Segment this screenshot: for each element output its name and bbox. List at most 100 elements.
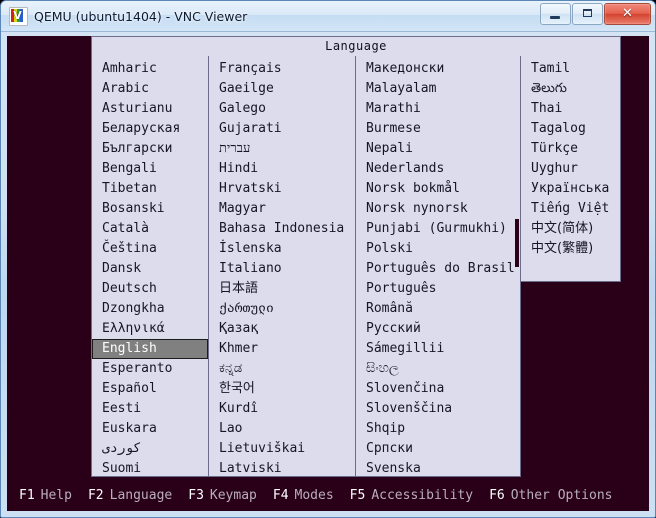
- language-item[interactable]: Čeština: [92, 239, 208, 259]
- language-item[interactable]: Български: [92, 139, 208, 159]
- function-key-f6[interactable]: F6 Other Options: [489, 488, 612, 503]
- language-item[interactable]: Punjabi (Gurmukhi): [356, 219, 520, 239]
- vnc-canvas-container: Language Amharic Arabic Asturianu Беларуска…: [1, 32, 655, 517]
- vertical-scrollbar-thumb[interactable]: [515, 219, 519, 267]
- language-item[interactable]: کوردی: [92, 439, 208, 459]
- language-item[interactable]: Nederlands: [356, 159, 520, 179]
- language-column-3[interactable]: Македонски Malayalam Marathi Burmese Nepali N…: [355, 56, 521, 477]
- function-key-name: F6: [489, 487, 505, 503]
- language-item[interactable]: Русский: [356, 319, 520, 339]
- language-item[interactable]: Lao: [209, 419, 355, 439]
- language-item[interactable]: Tamil: [521, 59, 620, 79]
- language-item[interactable]: Suomi: [92, 459, 208, 476]
- language-item[interactable]: 中文(繁體): [521, 239, 620, 259]
- language-item[interactable]: Euskara: [92, 419, 208, 439]
- language-item[interactable]: Sámegillii: [356, 339, 520, 359]
- function-key-name: F3: [188, 487, 204, 503]
- language-item[interactable]: Eesti: [92, 399, 208, 419]
- language-item[interactable]: Slovenščina: [356, 399, 520, 419]
- function-key-f3[interactable]: F3 Keymap: [188, 488, 257, 503]
- language-item[interactable]: Беларуская: [92, 119, 208, 139]
- language-item[interactable]: Galego: [209, 99, 355, 119]
- language-item[interactable]: ಕನ್ನಡ: [209, 359, 355, 379]
- language-item[interactable]: 日本語: [209, 279, 355, 299]
- language-item[interactable]: Српски: [356, 439, 520, 459]
- function-key-f1[interactable]: F1 Help: [19, 488, 72, 503]
- language-column-2[interactable]: Français Gaeilge Galego Gujarati עברית Hindi H…: [208, 56, 356, 477]
- language-item[interactable]: Hrvatski: [209, 179, 355, 199]
- language-item[interactable]: Bengali: [92, 159, 208, 179]
- language-item[interactable]: Arabic: [92, 79, 208, 99]
- language-item[interactable]: Thai: [521, 99, 620, 119]
- language-item[interactable]: Deutsch: [92, 279, 208, 299]
- language-item[interactable]: Bosanski: [92, 199, 208, 219]
- language-item[interactable]: Română: [356, 299, 520, 319]
- language-item[interactable]: Magyar: [209, 199, 355, 219]
- restore-icon: [583, 9, 592, 17]
- language-item[interactable]: Tagalog: [521, 119, 620, 139]
- language-item[interactable]: 한국어: [209, 379, 355, 399]
- language-item[interactable]: Nepali: [356, 139, 520, 159]
- language-column-1[interactable]: Amharic Arabic Asturianu Беларуская Българск…: [91, 56, 209, 477]
- language-dialog-title: Language: [91, 36, 621, 56]
- language-column-4[interactable]: Tamil తెలుగు Thai Tagalog Türkçe Uyghur Україн…: [520, 56, 621, 282]
- restore-button[interactable]: [572, 3, 603, 25]
- language-item[interactable]: Asturianu: [92, 99, 208, 119]
- language-item[interactable]: Slovenčina: [356, 379, 520, 399]
- language-item[interactable]: Norsk nynorsk: [356, 199, 520, 219]
- language-item[interactable]: Khmer: [209, 339, 355, 359]
- language-item[interactable]: Malayalam: [356, 79, 520, 99]
- language-item[interactable]: Español: [92, 379, 208, 399]
- language-item[interactable]: Dansk: [92, 259, 208, 279]
- language-item[interactable]: Tiếng Việt: [521, 199, 620, 219]
- language-item[interactable]: Svenska: [356, 459, 520, 476]
- language-item[interactable]: ქართული: [209, 299, 355, 319]
- minimize-button[interactable]: [540, 3, 571, 25]
- close-button[interactable]: ✕: [604, 3, 651, 25]
- function-key-f5[interactable]: F5 Accessibility: [350, 488, 473, 503]
- function-key-label: Modes: [294, 487, 334, 503]
- language-item[interactable]: Français: [209, 59, 355, 79]
- language-item[interactable]: Burmese: [356, 119, 520, 139]
- language-item[interactable]: Қазақ: [209, 319, 355, 339]
- minimize-icon: [550, 16, 560, 19]
- language-item[interactable]: Lietuviškai: [209, 439, 355, 459]
- language-item[interactable]: Português do Brasil: [356, 259, 520, 279]
- language-item[interactable]: Português: [356, 279, 520, 299]
- vnc-remote-screen[interactable]: Language Amharic Arabic Asturianu Беларуска…: [7, 36, 649, 511]
- language-item[interactable]: Latviski: [209, 459, 355, 476]
- language-item-selected[interactable]: English: [92, 339, 208, 359]
- language-item[interactable]: සිංහල: [356, 359, 520, 379]
- language-item[interactable]: తెలుగు: [521, 79, 620, 99]
- language-item[interactable]: Українська: [521, 179, 620, 199]
- language-item[interactable]: Català: [92, 219, 208, 239]
- window-titlebar[interactable]: V QEMU (ubuntu1404) - VNC Viewer ✕: [1, 1, 655, 32]
- function-key-name: F1: [19, 487, 35, 503]
- window-title: QEMU (ubuntu1404) - VNC Viewer: [34, 8, 248, 24]
- language-item[interactable]: Ελληνικά: [92, 319, 208, 339]
- language-item[interactable]: Norsk bokmål: [356, 179, 520, 199]
- language-item[interactable]: Polski: [356, 239, 520, 259]
- language-item[interactable]: İslenska: [209, 239, 355, 259]
- language-item[interactable]: עברית: [209, 139, 355, 159]
- language-item[interactable]: Marathi: [356, 99, 520, 119]
- language-item[interactable]: Dzongkha: [92, 299, 208, 319]
- window-controls: ✕: [540, 3, 651, 25]
- language-item[interactable]: Italiano: [209, 259, 355, 279]
- language-item[interactable]: Tibetan: [92, 179, 208, 199]
- language-item[interactable]: Hindi: [209, 159, 355, 179]
- language-item[interactable]: Shqip: [356, 419, 520, 439]
- language-item[interactable]: Македонски: [356, 59, 520, 79]
- language-item[interactable]: Bahasa Indonesia: [209, 219, 355, 239]
- language-item[interactable]: 中文(简体): [521, 219, 620, 239]
- language-item[interactable]: Türkçe: [521, 139, 620, 159]
- language-item[interactable]: Uyghur: [521, 159, 620, 179]
- language-item[interactable]: Esperanto: [92, 359, 208, 379]
- function-key-f4[interactable]: F4 Modes: [273, 488, 334, 503]
- language-item[interactable]: Gujarati: [209, 119, 355, 139]
- vnc-icon-glyph: V: [13, 8, 22, 22]
- function-key-f2[interactable]: F2 Language: [88, 488, 172, 503]
- language-item[interactable]: Amharic: [92, 59, 208, 79]
- language-item[interactable]: Kurdî: [209, 399, 355, 419]
- language-item[interactable]: Gaeilge: [209, 79, 355, 99]
